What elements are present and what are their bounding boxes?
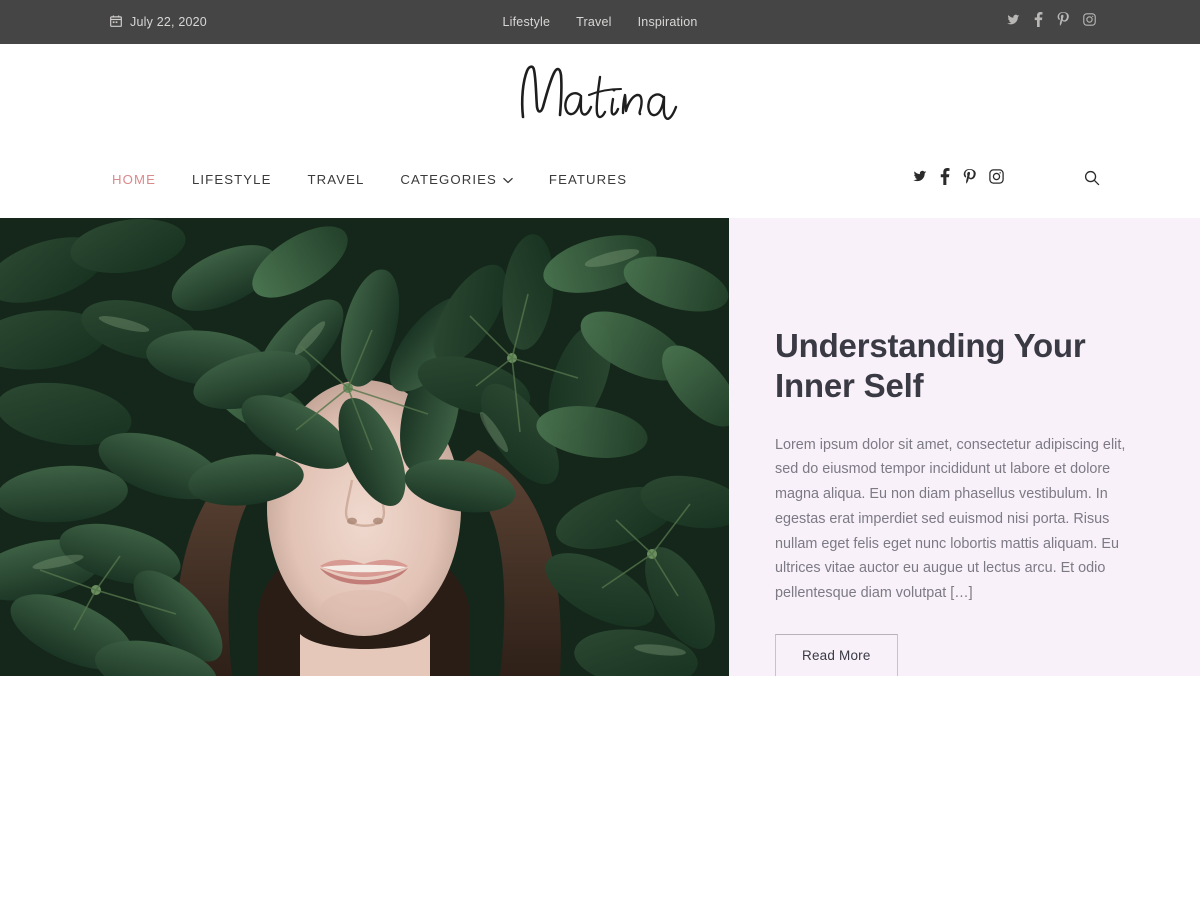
nav-item-features[interactable]: FEATURES bbox=[549, 172, 627, 187]
topbar-link-travel[interactable]: Travel bbox=[576, 15, 611, 29]
hero-title: Understanding Your Inner Self bbox=[775, 327, 1086, 405]
main-navigation: HOME LIFESTYLE TRAVEL CATEGORIES FEATURE… bbox=[0, 140, 1200, 218]
twitter-icon[interactable] bbox=[1006, 13, 1020, 32]
top-bar-social-links bbox=[1006, 12, 1096, 32]
hero-image[interactable] bbox=[0, 218, 729, 676]
chevron-down-icon bbox=[503, 172, 513, 187]
current-date: July 22, 2020 bbox=[110, 15, 207, 30]
pinterest-icon[interactable] bbox=[1057, 12, 1069, 32]
top-bar: July 22, 2020 Lifestyle Travel Inspirati… bbox=[0, 0, 1200, 44]
top-bar-nav: Lifestyle Travel Inspiration bbox=[503, 15, 698, 29]
twitter-icon[interactable] bbox=[912, 169, 927, 189]
featured-posts-section: FEATURED POSTS bbox=[0, 676, 1200, 900]
main-nav-links: HOME LIFESTYLE TRAVEL CATEGORIES FEATURE… bbox=[112, 172, 627, 187]
calendar-icon bbox=[110, 15, 122, 30]
instagram-icon[interactable] bbox=[1083, 13, 1096, 31]
facebook-icon[interactable] bbox=[940, 168, 950, 190]
instagram-icon[interactable] bbox=[989, 169, 1004, 189]
main-nav-social-links bbox=[912, 168, 1004, 190]
topbar-link-lifestyle[interactable]: Lifestyle bbox=[503, 15, 551, 29]
logo-matina-script bbox=[520, 65, 678, 120]
date-label: July 22, 2020 bbox=[130, 15, 207, 29]
nav-item-categories-label: CATEGORIES bbox=[400, 171, 497, 187]
pinterest-icon[interactable] bbox=[963, 168, 976, 190]
hero-photo-leaves-portrait bbox=[0, 218, 729, 676]
facebook-icon[interactable] bbox=[1034, 12, 1043, 32]
nav-item-travel[interactable]: TRAVEL bbox=[308, 172, 365, 187]
hero-excerpt: Lorem ipsum dolor sit amet, consectetur … bbox=[775, 436, 1126, 602]
topbar-link-inspiration[interactable]: Inspiration bbox=[638, 15, 698, 29]
nav-item-home[interactable]: HOME bbox=[112, 172, 156, 187]
hero-text-panel: Understanding Your Inner Self Lorem ipsu… bbox=[729, 218, 1200, 677]
nav-item-lifestyle[interactable]: LIFESTYLE bbox=[192, 172, 272, 187]
search-icon bbox=[1084, 170, 1100, 189]
hero-section: Understanding Your Inner Self Lorem ipsu… bbox=[0, 218, 1200, 677]
search-button[interactable] bbox=[1084, 170, 1100, 189]
nav-item-categories[interactable]: CATEGORIES bbox=[400, 172, 513, 187]
read-more-button[interactable]: Read More bbox=[775, 633, 898, 677]
site-logo[interactable] bbox=[0, 44, 1200, 140]
